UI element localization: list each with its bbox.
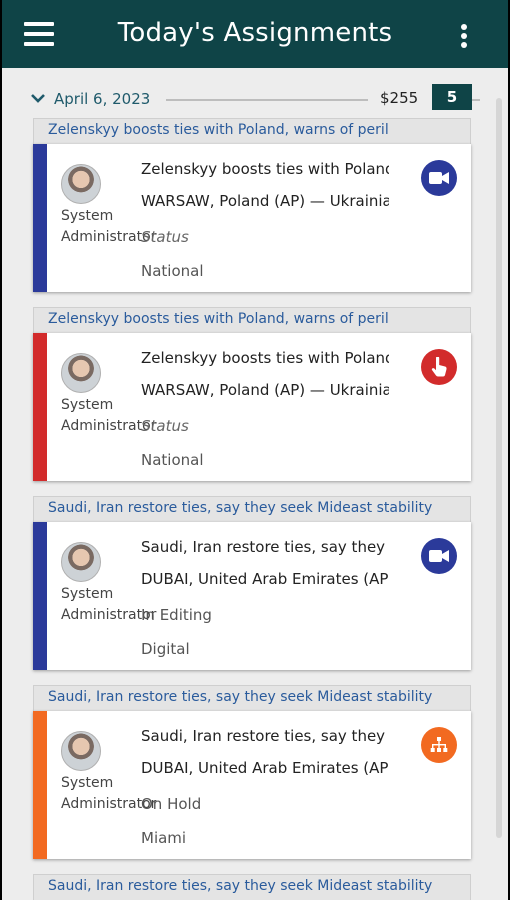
card-dateline: DUBAI, United Arab Emirates (AP) [141, 570, 389, 588]
avatar [61, 353, 101, 393]
desk-label: National [141, 262, 204, 280]
assignment-group: Saudi, Iran restore ties, say they seek … [33, 874, 471, 900]
assignment-count-badge: 5 [432, 84, 472, 110]
date-group-header: April 6, 2023 $255 5 [26, 84, 486, 112]
video-camera-icon[interactable] [421, 160, 457, 196]
avatar [61, 164, 101, 204]
video-camera-icon[interactable] [421, 538, 457, 574]
hand-pointer-icon[interactable] [421, 349, 457, 385]
desk-label: Miami [141, 829, 187, 847]
app-frame: Today's Assignments April 6, 2023 $255 5… [2, 0, 508, 900]
group-title[interactable]: Saudi, Iran restore ties, say they seek … [33, 685, 471, 711]
assignment-group: Zelenskyy boosts ties with Poland, warns… [33, 118, 471, 292]
status-label: Status [141, 228, 189, 246]
status-label: In Editing [141, 606, 212, 624]
app-bar: Today's Assignments [2, 0, 508, 68]
status-label: Status [141, 417, 189, 435]
card-dateline: WARSAW, Poland (AP) — Ukrainian [141, 192, 389, 210]
group-title[interactable]: Zelenskyy boosts ties with Poland, warns… [33, 118, 471, 144]
assignment-card[interactable]: System Administrator Zelenskyy boosts tie… [33, 333, 471, 481]
group-title[interactable]: Saudi, Iran restore ties, say they seek … [33, 874, 471, 900]
card-dateline: WARSAW, Poland (AP) — Ukrainian [141, 381, 389, 399]
card-dateline: DUBAI, United Arab Emirates (AP) [141, 759, 389, 777]
chevron-down-icon[interactable] [30, 90, 46, 106]
page-title: Today's Assignments [117, 18, 393, 48]
assignment-group: Saudi, Iran restore ties, say they seek … [33, 685, 471, 859]
date-label[interactable]: April 6, 2023 [54, 90, 150, 108]
budget-amount: $255 [380, 89, 419, 107]
org-chart-icon[interactable] [421, 727, 457, 763]
card-headline: Saudi, Iran restore ties, say they seek [141, 538, 389, 556]
card-headline: Saudi, Iran restore ties, say they seek [141, 727, 389, 745]
scrollbar[interactable] [496, 98, 502, 838]
group-title[interactable]: Saudi, Iran restore ties, say they seek … [33, 496, 471, 522]
more-vertical-icon[interactable] [458, 24, 470, 48]
card-headline: Zelenskyy boosts ties with Poland, warns… [141, 160, 389, 178]
avatar [61, 542, 101, 582]
desk-label: National [141, 451, 204, 469]
status-label: On Hold [141, 795, 202, 813]
assignments-list: April 6, 2023 $255 5 Zelenskyy boosts ti… [2, 68, 508, 900]
assignment-card[interactable]: System Administrator Zelenskyy boosts tie… [33, 144, 471, 292]
assignment-card[interactable]: System Administrator Saudi, Iran restore … [33, 711, 471, 859]
assignment-card[interactable]: System Administrator Saudi, Iran restore … [33, 522, 471, 670]
divider [472, 99, 480, 101]
avatar [61, 731, 101, 771]
divider [166, 99, 368, 101]
card-headline: Zelenskyy boosts ties with Poland, warns… [141, 349, 389, 367]
desk-label: Digital [141, 640, 190, 658]
group-title[interactable]: Zelenskyy boosts ties with Poland, warns… [33, 307, 471, 333]
assignment-group: Zelenskyy boosts ties with Poland, warns… [33, 307, 471, 481]
assignment-group: Saudi, Iran restore ties, say they seek … [33, 496, 471, 670]
